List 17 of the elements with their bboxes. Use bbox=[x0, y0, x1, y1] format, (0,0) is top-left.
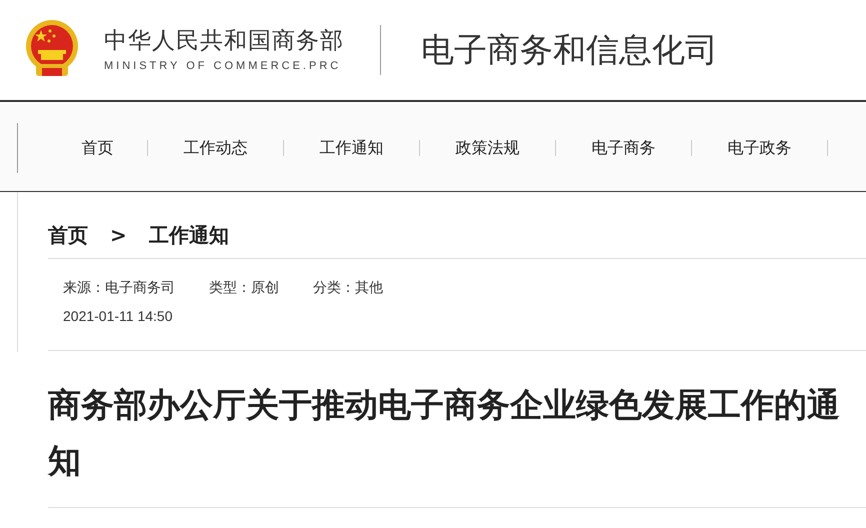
meta-info: 分类：其他 bbox=[313, 279, 383, 298]
nav-link[interactable]: 电子政务 bbox=[728, 136, 792, 160]
breadcrumb-link[interactable]: 首页 bbox=[48, 220, 88, 250]
article-title: 商务部办公厅关于推动电子商务企业绿色发展工作的通知 bbox=[48, 384, 841, 482]
breadcrumb-separator: > bbox=[110, 222, 127, 249]
nav-link[interactable]: 工作动态 bbox=[184, 136, 248, 160]
nav-link[interactable]: 首页 bbox=[82, 136, 114, 160]
breadcrumb-link[interactable]: 工作通知 bbox=[148, 220, 229, 250]
publish-date: 2021-01-11 14:50 bbox=[63, 307, 174, 326]
ministry-name-english: MINISTRY OF COMMERCE.PRC bbox=[104, 59, 342, 74]
nav-link[interactable]: 政策法规 bbox=[456, 136, 520, 160]
ministry-name: 中华人民共和国商务部 bbox=[104, 27, 344, 56]
nav-link[interactable]: 电子商务 bbox=[592, 136, 656, 160]
department-title: 电子商务和信息化司 bbox=[421, 29, 718, 72]
meta-info: 类型：原创 bbox=[209, 279, 279, 298]
meta-info: 来源：电子商务司 bbox=[63, 279, 175, 298]
nav-link[interactable]: 工作通知 bbox=[320, 136, 384, 160]
